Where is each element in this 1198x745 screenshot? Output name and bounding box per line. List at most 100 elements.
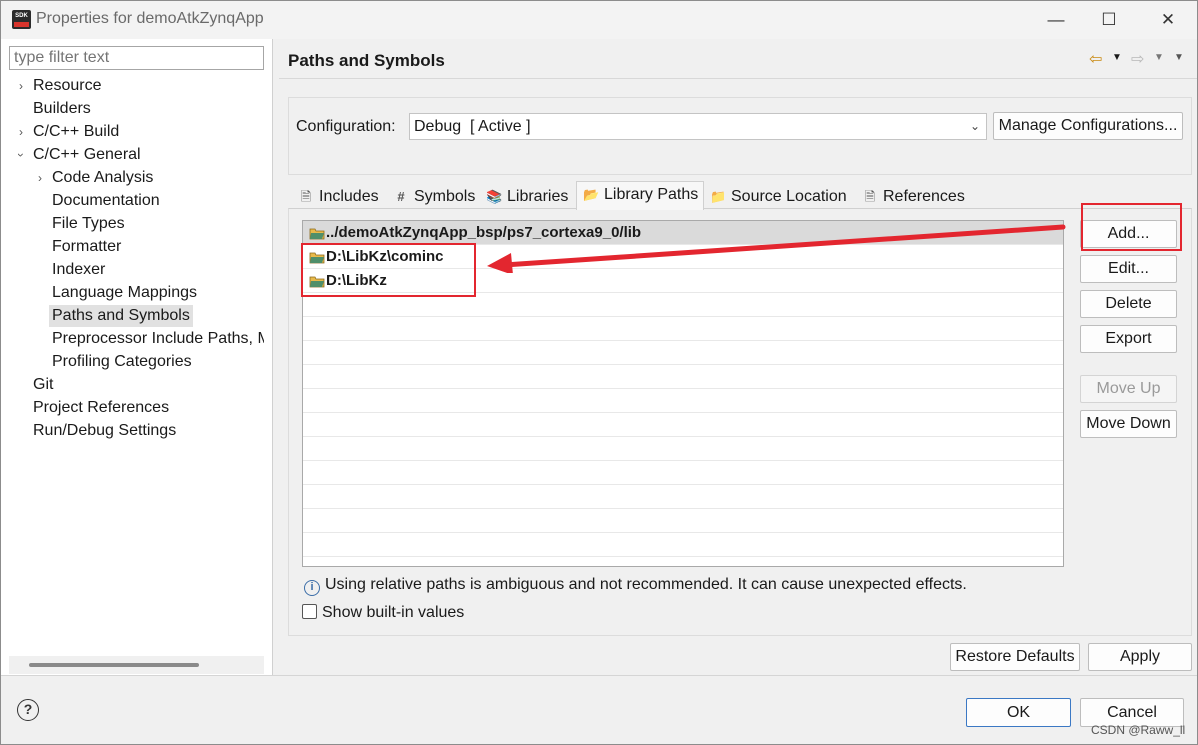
tab-label: Symbols xyxy=(414,188,476,205)
back-arrow-icon[interactable]: ⇦ xyxy=(1089,49,1102,69)
tree-item-indexer[interactable]: Indexer xyxy=(52,259,105,281)
sdk-app-icon: SDK xyxy=(12,10,31,29)
restore-defaults-button[interactable]: Restore Defaults xyxy=(950,643,1080,671)
configuration-select[interactable]: Debug [ Active ] ⌄ xyxy=(409,113,987,140)
show-builtin-label: Show built-in values xyxy=(322,604,465,621)
back-dropdown-icon[interactable]: ▼ xyxy=(1112,52,1122,63)
properties-window: SDK Properties for demoAtkZynqApp — ☐ ✕ … xyxy=(0,0,1198,745)
tree-item-label: Project References xyxy=(33,399,170,416)
filter-input[interactable] xyxy=(9,46,264,70)
horizontal-scrollbar[interactable] xyxy=(9,656,264,674)
tree-item-label: Documentation xyxy=(52,192,160,209)
tree-item-label: C/C++ General xyxy=(33,146,141,163)
tree-item-label: Paths and Symbols xyxy=(52,307,190,324)
tab-label: Library Paths xyxy=(604,186,699,203)
includes-icon: 🗎 xyxy=(300,189,312,204)
tab-references[interactable]: 🗎 References xyxy=(855,183,967,209)
tree-item-code-analysis[interactable]: › Code Analysis xyxy=(38,167,154,189)
tree-item-run-debug-settings[interactable]: Run/Debug Settings xyxy=(33,420,176,442)
empty-row xyxy=(303,509,1063,533)
annotation-box-paths xyxy=(301,243,476,297)
tab-label: Libraries xyxy=(507,188,569,205)
empty-row xyxy=(303,389,1063,413)
tab-includes[interactable]: 🗎 Includes xyxy=(291,183,386,209)
maximize-icon: ☐ xyxy=(1101,10,1117,29)
tab-libraries[interactable]: 📚 Libraries xyxy=(479,183,575,209)
move-down-button[interactable]: Move Down xyxy=(1080,410,1177,438)
manage-configurations-button[interactable]: Manage Configurations... xyxy=(993,112,1183,140)
edit-button[interactable]: Edit... xyxy=(1080,255,1177,283)
hash-icon: # xyxy=(397,189,405,204)
tree-item-builders[interactable]: Builders xyxy=(33,98,91,120)
move-up-button[interactable]: Move Up xyxy=(1080,375,1177,403)
close-button[interactable]: ✕ xyxy=(1145,5,1191,35)
scrollbar-thumb[interactable] xyxy=(29,663,199,667)
tree-item-label: Indexer xyxy=(52,261,106,278)
tree-item-file-types[interactable]: File Types xyxy=(52,213,125,235)
tree-item-label: File Types xyxy=(52,215,125,232)
tree-item-cpp-general[interactable]: › C/C++ General xyxy=(14,144,141,166)
title-bar: SDK Properties for demoAtkZynqApp — ☐ ✕ xyxy=(1,1,1197,39)
divider xyxy=(279,78,1197,79)
tree-item-formatter[interactable]: Formatter xyxy=(52,236,121,258)
tree-item-project-references[interactable]: Project References xyxy=(33,397,169,419)
checkbox-icon[interactable] xyxy=(302,604,317,619)
tab-library-paths[interactable]: 📂 Library Paths xyxy=(576,181,704,210)
annotation-box-add xyxy=(1081,203,1182,251)
chevron-right-icon[interactable]: › xyxy=(19,121,23,143)
configuration-label: Configuration: xyxy=(296,118,396,135)
tree-item-label: Formatter xyxy=(52,238,122,255)
page-title: Paths and Symbols xyxy=(288,51,445,70)
apply-button[interactable]: Apply xyxy=(1088,643,1192,671)
info-text: Using relative paths is ambiguous and no… xyxy=(325,576,967,593)
tree-item-label: Profiling Categories xyxy=(52,353,192,370)
export-button[interactable]: Export xyxy=(1080,325,1177,353)
minimize-icon: — xyxy=(1047,10,1065,29)
tab-symbols[interactable]: # Symbols xyxy=(386,183,478,209)
tree-item-label: Resource xyxy=(33,77,102,94)
info-message: i Using relative paths is ambiguous and n… xyxy=(304,576,967,596)
tree-item-documentation[interactable]: Documentation xyxy=(52,190,160,212)
minimize-button[interactable]: — xyxy=(1033,5,1079,35)
view-menu-icon[interactable]: ▼ xyxy=(1174,52,1184,63)
tree-item-git[interactable]: Git xyxy=(33,374,53,396)
empty-row xyxy=(303,365,1063,389)
tree-item-language-mappings[interactable]: Language Mappings xyxy=(52,282,197,304)
empty-row xyxy=(303,341,1063,365)
chevron-right-icon[interactable]: › xyxy=(19,75,23,97)
help-icon[interactable]: ? xyxy=(17,699,39,721)
tab-source-location[interactable]: 📁 Source Location xyxy=(703,183,855,209)
delete-button[interactable]: Delete xyxy=(1080,290,1177,318)
forward-arrow-icon[interactable]: ⇨ xyxy=(1131,49,1144,69)
divider xyxy=(1,675,1197,676)
tree-item-preprocessor-include-paths[interactable]: Preprocessor Include Paths, M xyxy=(52,328,264,350)
tree-item-label: Builders xyxy=(33,100,91,117)
chevron-down-icon[interactable]: › xyxy=(10,153,32,157)
empty-row xyxy=(303,533,1063,557)
annotation-arrow xyxy=(487,224,1066,273)
ok-button[interactable]: OK xyxy=(966,698,1071,727)
empty-row xyxy=(303,413,1063,437)
empty-row xyxy=(303,437,1063,461)
info-icon: i xyxy=(304,580,320,596)
empty-row xyxy=(303,317,1063,341)
tree-item-paths-and-symbols[interactable]: Paths and Symbols xyxy=(49,305,193,327)
tree-item-label: C/C++ Build xyxy=(33,123,120,140)
empty-row xyxy=(303,461,1063,485)
tree-item-label: Preprocessor Include Paths, M xyxy=(52,330,264,347)
chevron-down-icon: ⌄ xyxy=(969,119,980,133)
tree-item-label: Run/Debug Settings xyxy=(33,422,177,439)
tree-item-label: Code Analysis xyxy=(52,169,154,186)
folder-icon xyxy=(309,228,325,240)
tab-label: References xyxy=(883,188,965,205)
tree-item-profiling-categories[interactable]: Profiling Categories xyxy=(52,351,192,373)
watermark: CSDN @Raww_ll xyxy=(1091,723,1186,737)
maximize-button[interactable]: ☐ xyxy=(1086,5,1132,35)
chevron-right-icon[interactable]: › xyxy=(38,167,42,189)
tree-item-cpp-build[interactable]: › C/C++ Build xyxy=(19,121,120,143)
show-builtin-checkbox[interactable]: Show built-in values xyxy=(302,604,464,622)
forward-dropdown-icon[interactable]: ▼ xyxy=(1154,52,1164,63)
libraries-icon: 📚 xyxy=(486,189,503,204)
source-folder-icon: 📁 xyxy=(710,189,727,204)
tree-item-resource[interactable]: › Resource xyxy=(19,75,102,97)
